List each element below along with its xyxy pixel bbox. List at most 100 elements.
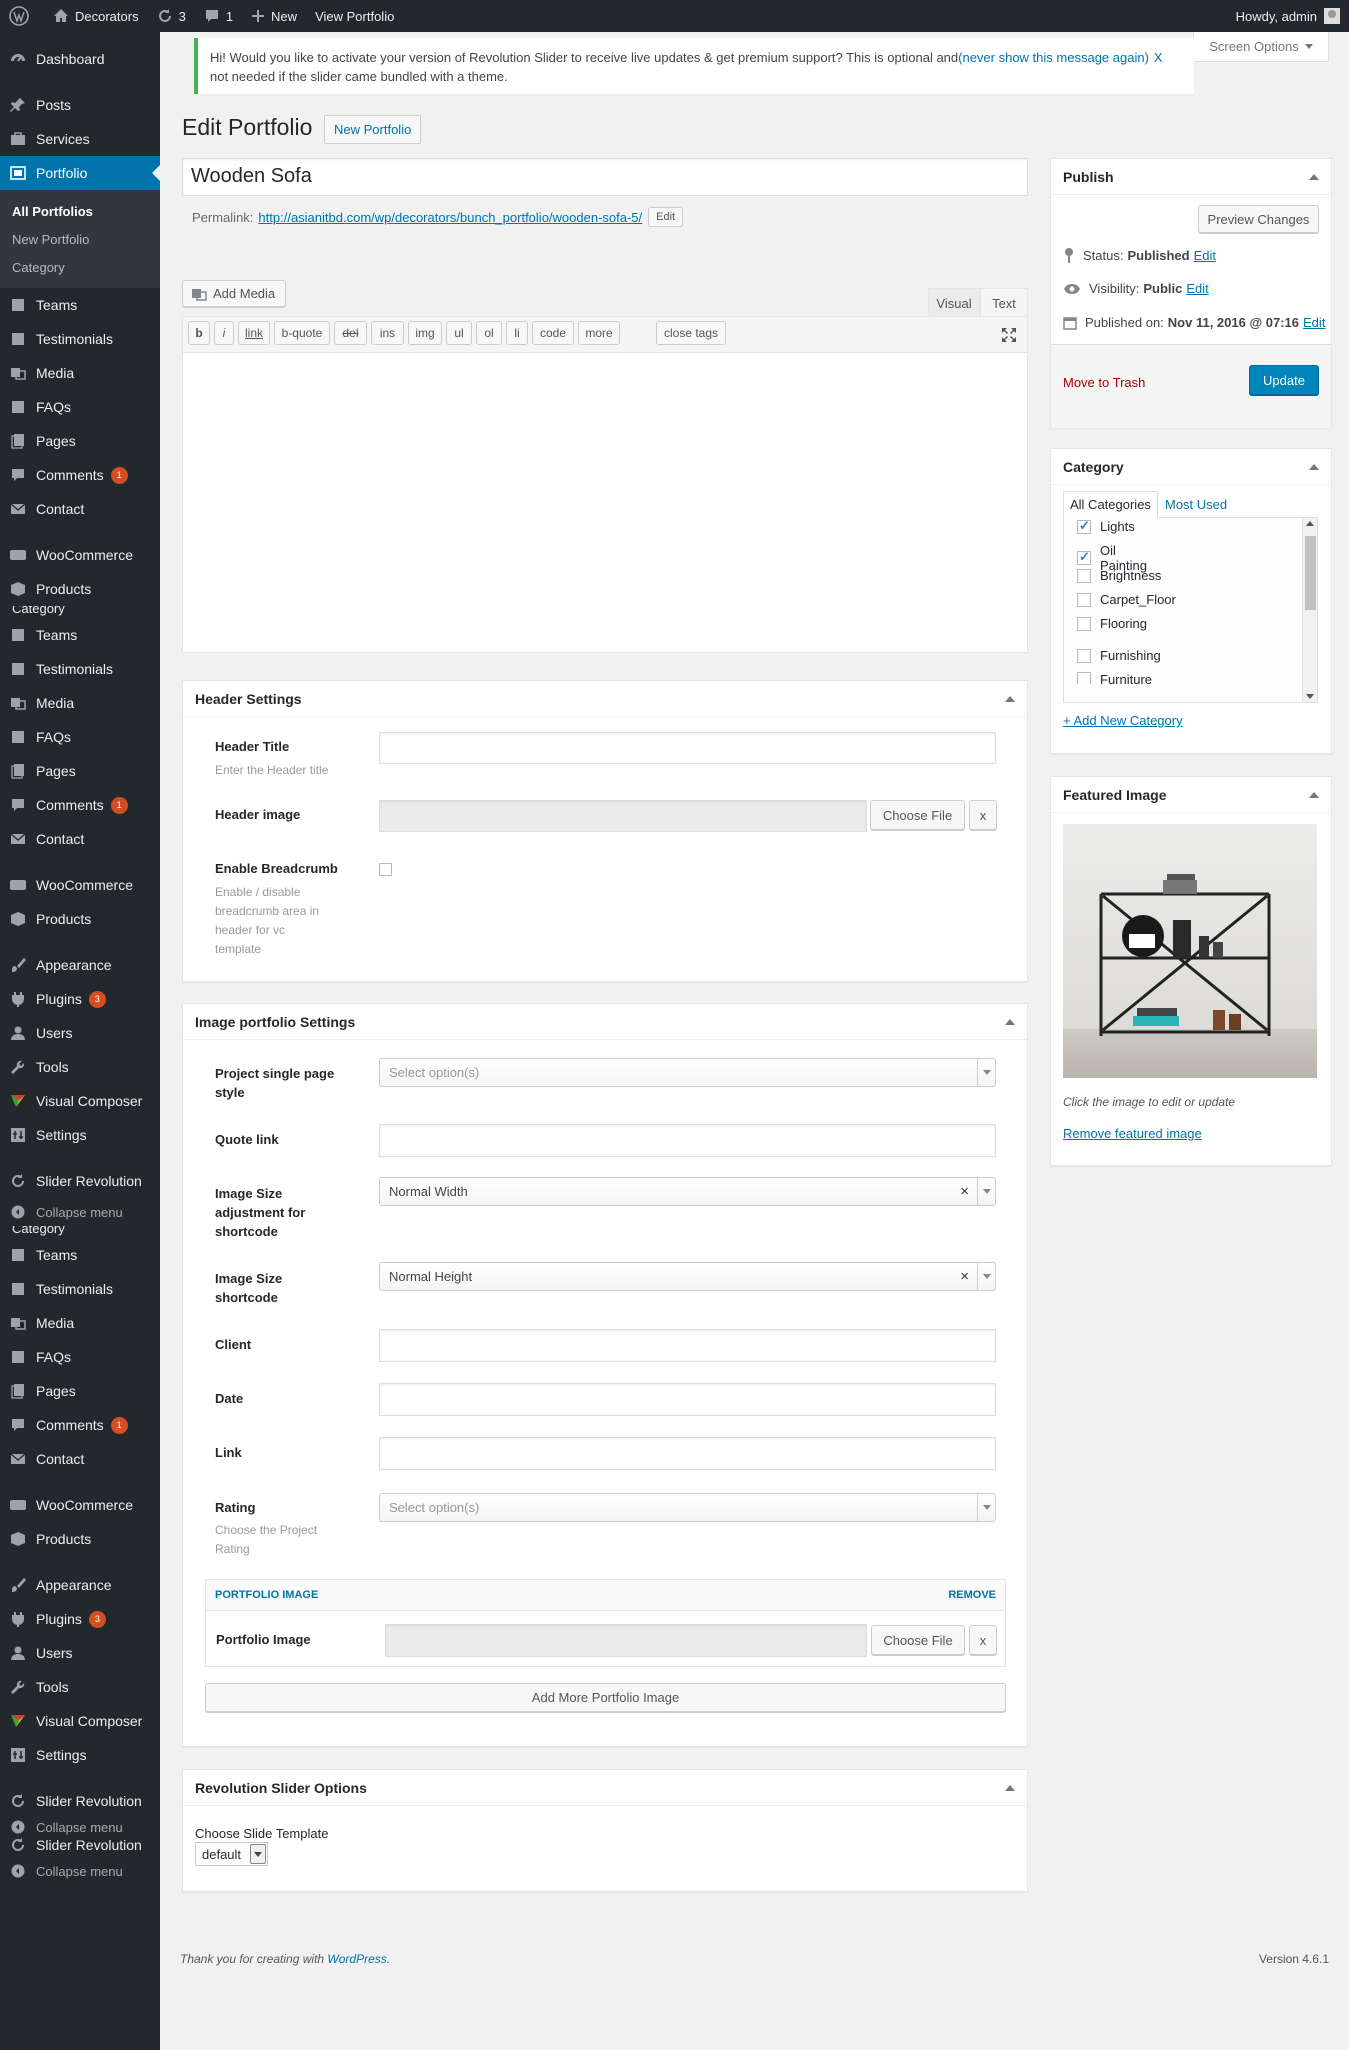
menu-products[interactable]: Products (0, 1522, 160, 1556)
move-to-trash-link[interactable]: Move to Trash (1063, 375, 1145, 390)
menu-portfolio[interactable]: Portfolio (0, 156, 160, 190)
quicktag-button[interactable]: b (188, 321, 210, 345)
featured-image-handle[interactable]: Featured Image (1051, 777, 1331, 813)
header-settings-handle[interactable]: Header Settings (183, 681, 1027, 717)
menu-dashboard[interactable]: Dashboard (0, 42, 160, 76)
menu-pages[interactable]: Pages (0, 1374, 160, 1408)
menu-pages[interactable]: Pages (0, 424, 160, 458)
menu-comments[interactable]: Comments 1 (0, 788, 160, 822)
portfolio-image-choose-file-button[interactable]: Choose File (871, 1625, 965, 1655)
menu-visual-composer[interactable]: Visual Composer (0, 1704, 160, 1738)
notice-dismiss[interactable]: X (1154, 50, 1163, 65)
menu-pages[interactable]: Pages (0, 754, 160, 788)
menu-comments[interactable]: Comments 1 (0, 1408, 160, 1442)
toggle-arrow-icon[interactable] (1005, 695, 1015, 702)
scroll-down-icon[interactable] (1306, 694, 1314, 699)
menu-faqs[interactable]: FAQs (0, 720, 160, 754)
category-checkbox[interactable] (1077, 549, 1091, 565)
quicktag-button[interactable]: code (532, 321, 574, 345)
submenu-all-portfolios[interactable]: All Portfolios (0, 197, 160, 225)
view-portfolio-link[interactable]: View Portfolio (306, 0, 403, 32)
revslider-handle[interactable]: Revolution Slider Options (183, 1770, 1027, 1806)
menu-tools[interactable]: Tools (0, 1670, 160, 1704)
scrollbar[interactable] (1302, 518, 1317, 702)
client-input[interactable] (379, 1329, 996, 1362)
menu-visual-composer[interactable]: Visual Composer (0, 1084, 160, 1118)
content-textarea[interactable] (183, 353, 1027, 652)
project-style-select[interactable]: Select option(s) (379, 1058, 996, 1087)
category-checkbox[interactable] (1077, 616, 1091, 631)
menu-faqs[interactable]: FAQs (0, 1340, 160, 1374)
header-title-input[interactable] (379, 732, 996, 764)
category-item[interactable]: Lights (1077, 518, 1135, 534)
quicktag-button[interactable]: img (408, 321, 442, 345)
tab-visual[interactable]: Visual (928, 288, 980, 317)
toggle-arrow-icon[interactable] (1309, 791, 1319, 798)
menu-woocommerce[interactable]: WooCommerce (0, 868, 160, 902)
add-new-category-link[interactable]: + Add New Category (1063, 713, 1183, 728)
menu-tools[interactable]: Tools (0, 1050, 160, 1084)
quicktag-button[interactable]: li (506, 321, 528, 345)
scroll-up-icon[interactable] (1306, 521, 1314, 526)
category-checkbox[interactable] (1077, 518, 1091, 534)
menu-settings[interactable]: Settings (0, 1118, 160, 1152)
tab-text[interactable]: Text (980, 288, 1028, 317)
breadcrumb-checkbox[interactable] (379, 863, 392, 876)
menu-settings[interactable]: Settings (0, 1738, 160, 1772)
new-content-link[interactable]: New (242, 0, 306, 32)
menu-testimonials[interactable]: Testimonials (0, 1272, 160, 1306)
menu-media[interactable]: Media (0, 356, 160, 390)
header-image-choose-file-button[interactable]: Choose File (870, 800, 965, 830)
menu-teams[interactable]: Teams (0, 618, 160, 652)
image-portfolio-handle[interactable]: Image portfolio Settings (183, 1004, 1027, 1040)
menu-services[interactable]: Services (0, 122, 160, 156)
link-input[interactable] (379, 1437, 996, 1470)
remove-link[interactable]: REMOVE (948, 1589, 996, 1601)
wp-logo-button[interactable] (0, 0, 44, 32)
slide-template-select[interactable]: default (195, 1842, 268, 1866)
published-edit-link[interactable]: Edit (1303, 315, 1325, 330)
category-checkbox[interactable] (1077, 568, 1091, 583)
category-checkbox[interactable] (1077, 672, 1091, 684)
tab-most-used[interactable]: Most Used (1165, 497, 1227, 512)
quicktag-button[interactable]: close tags (656, 321, 726, 345)
clear-icon[interactable]: × (960, 1183, 969, 1200)
category-item[interactable]: Brightness (1077, 568, 1161, 583)
quicktag-button[interactable]: ol (476, 321, 502, 345)
collapse-menu-button[interactable]: Collapse menu (0, 1818, 160, 1836)
date-input[interactable] (379, 1383, 996, 1416)
quicktag-button[interactable]: more (578, 321, 620, 345)
menu-contact[interactable]: Contact (0, 492, 160, 526)
post-title-input[interactable]: Wooden Sofa (182, 158, 1028, 196)
updates-link[interactable]: 3 (148, 0, 195, 32)
collapse-menu-button[interactable]: Collapse menu (0, 1198, 160, 1226)
category-item[interactable]: Furniture (1077, 672, 1152, 684)
fullscreen-icon[interactable] (1001, 327, 1017, 343)
menu-slider-revolution[interactable]: Slider Revolution (0, 1836, 160, 1854)
quicktag-button[interactable]: b-quote (274, 321, 330, 345)
menu-woocommerce[interactable]: WooCommerce (0, 538, 160, 572)
featured-image[interactable] (1063, 824, 1317, 1078)
menu-teams[interactable]: Teams (0, 1238, 160, 1272)
category-item[interactable]: Furnishing (1077, 648, 1161, 663)
menu-products[interactable]: Products (0, 572, 160, 606)
category-handle[interactable]: Category (1051, 449, 1331, 485)
update-button[interactable]: Update (1249, 365, 1319, 395)
menu-slider-revolution[interactable]: Slider Revolution (0, 1164, 160, 1198)
menu-media[interactable]: Media (0, 686, 160, 720)
publish-handle[interactable]: Publish (1051, 159, 1331, 195)
toggle-arrow-icon[interactable] (1309, 463, 1319, 470)
menu-appearance[interactable]: Appearance (0, 948, 160, 982)
menu-testimonials[interactable]: Testimonials (0, 322, 160, 356)
quicktag-button[interactable]: ul (446, 321, 472, 345)
menu-contact[interactable]: Contact (0, 1442, 160, 1476)
scrollbar-thumb[interactable] (1305, 536, 1316, 610)
remove-featured-image-link[interactable]: Remove featured image (1063, 1126, 1202, 1141)
image-size-shortcode-select[interactable]: Normal Height × (379, 1262, 996, 1291)
rating-select[interactable]: Select option(s) (379, 1493, 996, 1522)
menu-teams[interactable]: Teams (0, 288, 160, 322)
category-item[interactable]: Carpet_Floor (1077, 592, 1176, 607)
toggle-arrow-icon[interactable] (1005, 1018, 1015, 1025)
menu-media[interactable]: Media (0, 1306, 160, 1340)
menu-plugins[interactable]: Plugins 3 (0, 1602, 160, 1636)
